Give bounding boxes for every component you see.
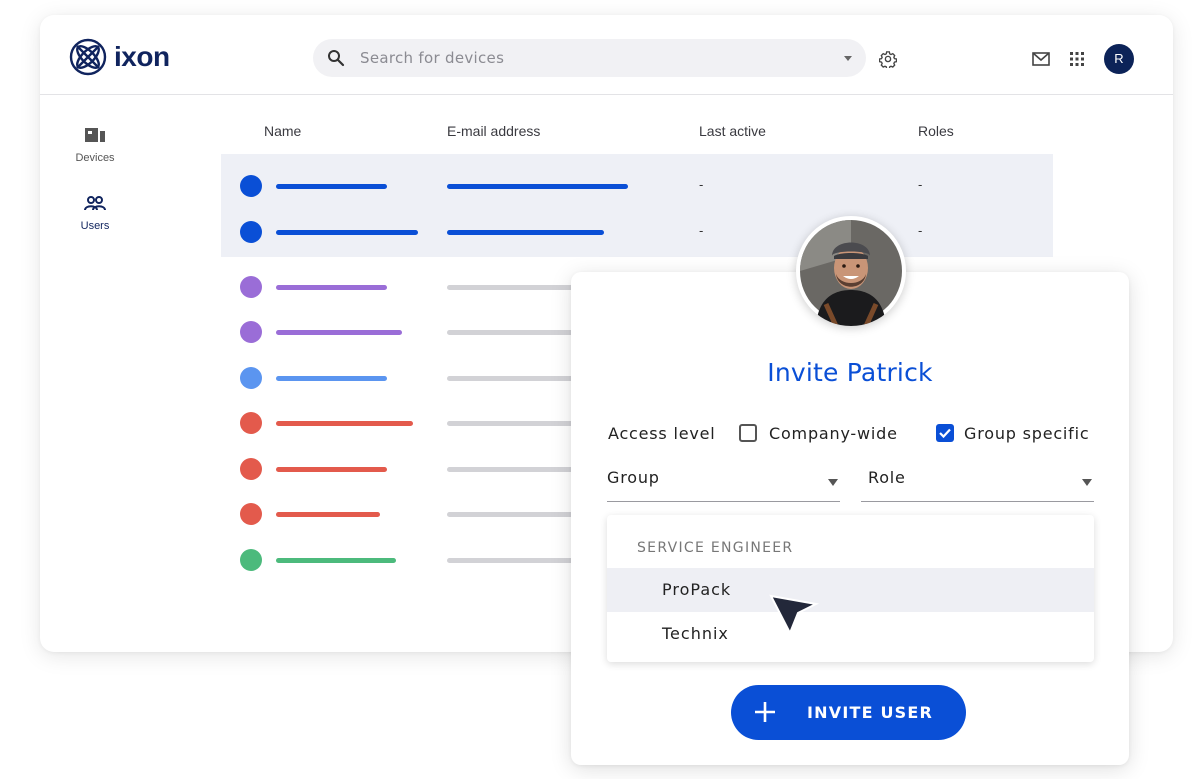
user-avatar[interactable]: R [1104, 44, 1134, 74]
users-icon [84, 196, 106, 211]
ixon-logo-icon [69, 38, 107, 76]
sidebar-item-users[interactable]: Users [40, 195, 150, 232]
column-header-email[interactable]: E-mail address [447, 123, 540, 139]
sidebar-item-devices[interactable]: Devices [40, 127, 150, 164]
table-row[interactable]: - - [221, 209, 1053, 255]
email-placeholder-bar [447, 376, 577, 381]
search-bar[interactable] [313, 39, 866, 77]
devices-icon [85, 128, 105, 142]
access-level-label: Access level [608, 424, 716, 443]
name-placeholder-bar [276, 376, 387, 381]
avatar [240, 503, 262, 525]
last-active-value: - [699, 177, 704, 192]
search-input[interactable] [360, 39, 820, 77]
avatar [240, 175, 262, 197]
roles-value: - [918, 177, 923, 192]
column-header-last-active[interactable]: Last active [699, 123, 766, 139]
dropdown-arrow-icon [1082, 479, 1092, 486]
last-active-value: - [699, 223, 704, 238]
profile-photo [796, 216, 906, 326]
invite-user-dialog: Invite Patrick Access level Company-wide… [571, 272, 1129, 765]
name-placeholder-bar [276, 512, 380, 517]
avatar [240, 412, 262, 434]
avatar [240, 549, 262, 571]
mail-icon[interactable] [1032, 52, 1050, 66]
email-placeholder-bar [447, 512, 577, 517]
top-bar: ixon Search for devices R [40, 15, 1173, 95]
group-specific-label[interactable]: Group specific [964, 424, 1089, 443]
avatar [240, 276, 262, 298]
avatar [240, 458, 262, 480]
email-placeholder-bar [447, 467, 577, 472]
group-select[interactable]: Group [607, 464, 840, 502]
avatar [240, 321, 262, 343]
sidebar-item-label: Devices [75, 152, 115, 164]
group-specific-checkbox[interactable] [936, 424, 954, 442]
role-select[interactable]: Role [861, 464, 1094, 502]
email-placeholder-bar [447, 330, 577, 335]
table-row[interactable]: - - [221, 163, 1053, 209]
dropdown-item-technix[interactable]: Technix [607, 612, 1094, 656]
name-placeholder-bar [276, 467, 387, 472]
email-placeholder-bar [447, 421, 577, 426]
email-placeholder-bar [447, 184, 628, 189]
sidebar-item-label: Users [80, 220, 110, 232]
invite-user-button-label: INVITE USER [807, 703, 934, 722]
mouse-cursor-icon [769, 594, 820, 636]
email-placeholder-bar [447, 230, 604, 235]
name-placeholder-bar [276, 558, 396, 563]
email-placeholder-bar [447, 285, 577, 290]
role-select-label: Role [868, 468, 906, 487]
logo-text: ixon [114, 41, 170, 72]
role-dropdown-menu: SERVICE ENGINEER ProPack Technix [607, 515, 1094, 662]
name-placeholder-bar [276, 421, 413, 426]
dialog-title: Invite Patrick [767, 358, 933, 387]
name-placeholder-bar [276, 285, 387, 290]
search-icon [328, 50, 345, 67]
company-wide-checkbox[interactable] [739, 424, 757, 442]
chevron-down-icon[interactable] [844, 56, 852, 61]
roles-value: - [918, 223, 923, 238]
gear-icon[interactable] [879, 50, 897, 68]
logo[interactable]: ixon [68, 37, 170, 77]
plus-icon [755, 702, 775, 722]
name-placeholder-bar [276, 184, 387, 189]
dropdown-group-header: SERVICE ENGINEER [637, 540, 794, 556]
apps-grid-icon[interactable] [1070, 52, 1084, 66]
column-header-name[interactable]: Name [264, 123, 301, 139]
dropdown-item-propack[interactable]: ProPack [607, 568, 1094, 612]
dropdown-arrow-icon [828, 479, 838, 486]
group-select-label: Group [607, 468, 660, 487]
name-placeholder-bar [276, 330, 402, 335]
company-wide-label[interactable]: Company-wide [769, 424, 898, 443]
name-placeholder-bar [276, 230, 418, 235]
dropdown-item-label: ProPack [662, 580, 732, 599]
email-placeholder-bar [447, 558, 577, 563]
stage: ixon Search for devices R Devices Users … [0, 0, 1200, 779]
invite-user-button[interactable]: INVITE USER [731, 685, 966, 740]
column-header-roles[interactable]: Roles [918, 123, 954, 139]
avatar [240, 221, 262, 243]
checkmark-icon [939, 428, 951, 439]
avatar [240, 367, 262, 389]
dropdown-item-label: Technix [662, 624, 729, 643]
person-photo-icon [800, 220, 902, 326]
